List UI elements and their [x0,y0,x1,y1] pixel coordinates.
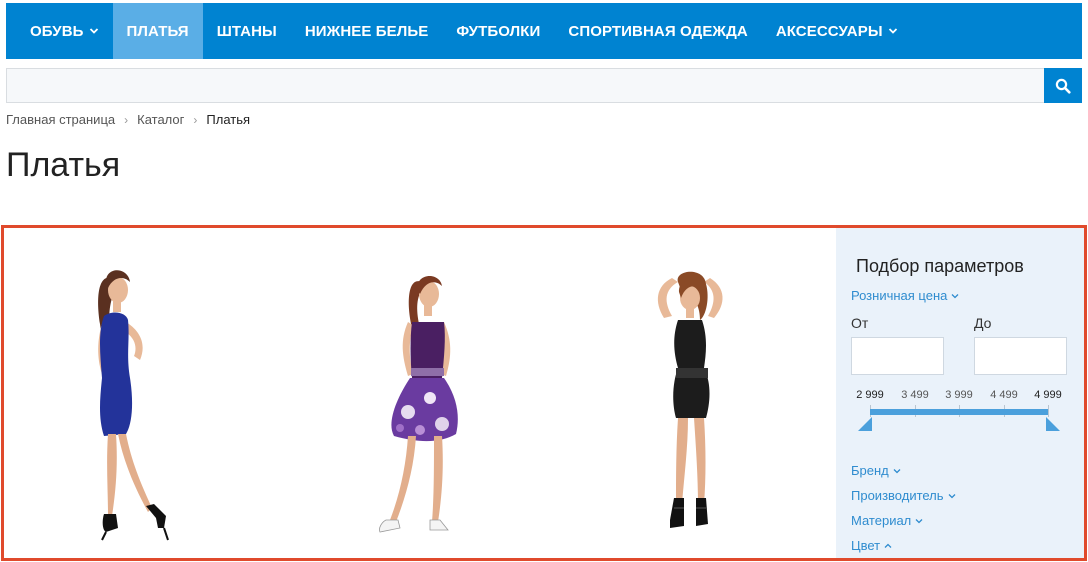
nav-item-shoes[interactable]: ОБУВЬ [6,3,113,59]
nav-item-label: АКСЕССУАРЫ [775,22,883,40]
nav-item-dresses[interactable]: ПЛАТЬЯ [112,3,203,59]
page-title: Платья [6,146,121,184]
highlight-frame [1,225,1087,561]
chevron-right-icon: › [193,112,198,127]
nav-item-label: ПЛАТЬЯ [126,22,189,40]
breadcrumb: Главная страница › Каталог › Платья [6,112,250,127]
top-navigation: ОБУВЬ ПЛАТЬЯ ШТАНЫ НИЖНЕЕ БЕЛЬЕ ФУТБОЛКИ… [6,3,1082,59]
nav-item-label: НИЖНЕЕ БЕЛЬЕ [304,22,429,40]
nav-item-label: ОБУВЬ [30,22,84,40]
nav-item-tshirts[interactable]: ФУТБОЛКИ [442,3,554,59]
chevron-right-icon: › [124,112,129,127]
search-button[interactable] [1044,68,1082,103]
nav-item-accessories[interactable]: АКСЕССУАРЫ [762,3,912,59]
nav-item-pants[interactable]: ШТАНЫ [203,3,291,59]
chevron-down-icon [89,28,98,34]
nav-item-label: СПОРТИВНАЯ ОДЕЖДА [568,22,748,40]
nav-item-label: ФУТБОЛКИ [456,22,541,40]
nav-item-underwear[interactable]: НИЖНЕЕ БЕЛЬЕ [291,3,442,59]
nav-item-label: ШТАНЫ [216,22,277,40]
search-input[interactable] [7,69,1045,102]
breadcrumb-current: Платья [206,112,251,127]
search-icon [1055,78,1071,94]
breadcrumb-home-link[interactable]: Главная страница [6,112,115,127]
breadcrumb-catalog-link[interactable]: Каталог [137,112,184,127]
search-bar [6,68,1082,103]
nav-item-sportswear[interactable]: СПОРТИВНАЯ ОДЕЖДА [554,3,761,59]
chevron-down-icon [888,28,897,34]
